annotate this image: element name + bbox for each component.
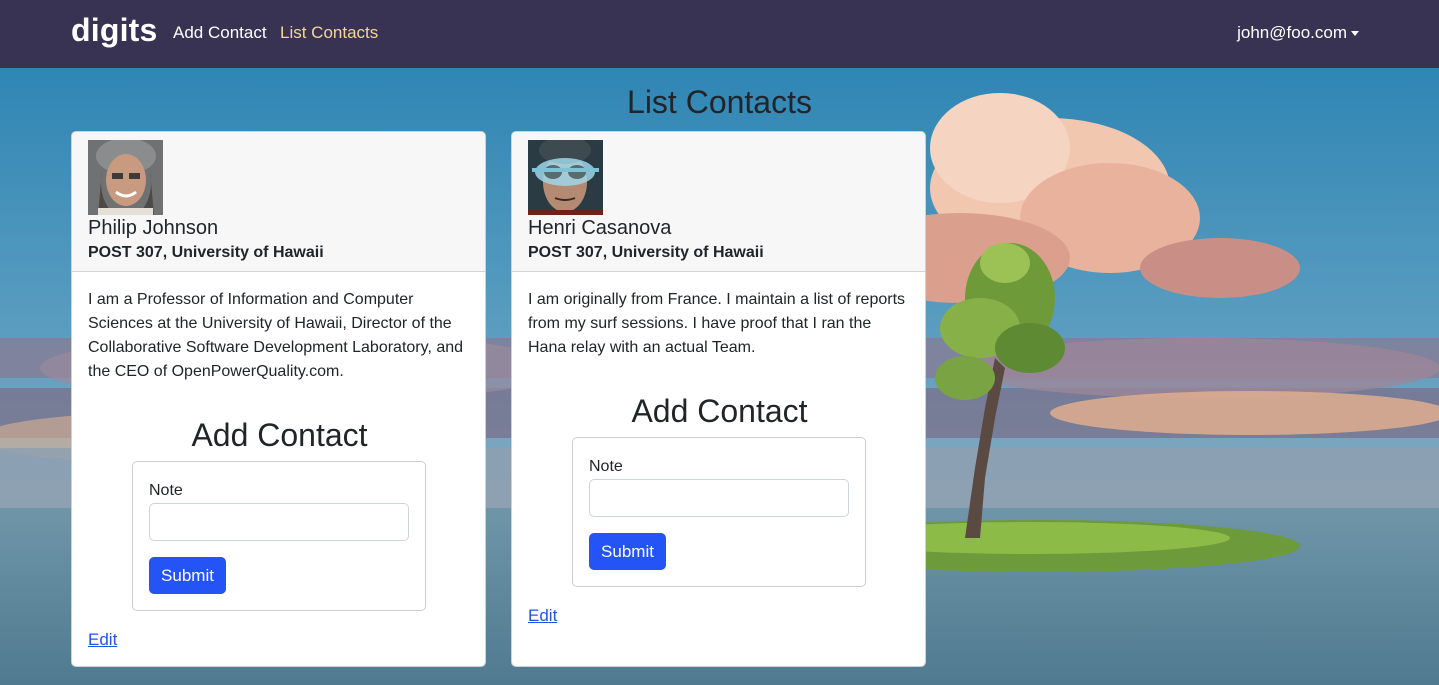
- card-header: Henri Casanova POST 307, University of H…: [512, 132, 925, 272]
- note-label: Note: [589, 458, 623, 475]
- submit-button[interactable]: Submit: [149, 557, 226, 594]
- contact-address: POST 307, University of Hawaii: [88, 244, 324, 261]
- brand-logo[interactable]: digits: [71, 12, 158, 49]
- edit-link[interactable]: Edit: [528, 606, 557, 626]
- contact-card: Henri Casanova POST 307, University of H…: [511, 131, 926, 667]
- card-header: Philip Johnson POST 307, University of H…: [72, 132, 485, 272]
- nav-list-contacts[interactable]: List Contacts: [280, 23, 378, 43]
- note-form: Note Submit: [572, 437, 866, 587]
- add-contact-heading: Add Contact: [191, 417, 368, 453]
- note-label: Note: [149, 482, 183, 499]
- note-input[interactable]: [589, 479, 849, 517]
- contact-photo: [528, 140, 603, 215]
- contact-card: Philip Johnson POST 307, University of H…: [71, 131, 486, 667]
- contact-name: Henri Casanova: [528, 217, 672, 239]
- user-email: john@foo.com: [1237, 23, 1347, 42]
- contact-description: I am a Professor of Information and Comp…: [88, 291, 464, 380]
- note-input[interactable]: [149, 503, 409, 541]
- contact-description: I am originally from France. I maintain …: [528, 291, 906, 356]
- submit-button[interactable]: Submit: [589, 533, 666, 570]
- contact-name: Philip Johnson: [88, 217, 219, 239]
- add-contact-heading: Add Contact: [631, 393, 808, 429]
- user-dropdown[interactable]: john@foo.com: [1237, 23, 1359, 43]
- nav-add-contact[interactable]: Add Contact: [173, 23, 267, 43]
- contact-address: POST 307, University of Hawaii: [528, 244, 764, 261]
- page-title: List Contacts: [627, 84, 812, 120]
- note-form: Note Submit: [132, 461, 426, 611]
- caret-down-icon: [1351, 31, 1359, 37]
- edit-link[interactable]: Edit: [88, 630, 117, 650]
- top-navbar: digits Add Contact List Contacts john@fo…: [0, 0, 1439, 68]
- contact-photo: [88, 140, 163, 215]
